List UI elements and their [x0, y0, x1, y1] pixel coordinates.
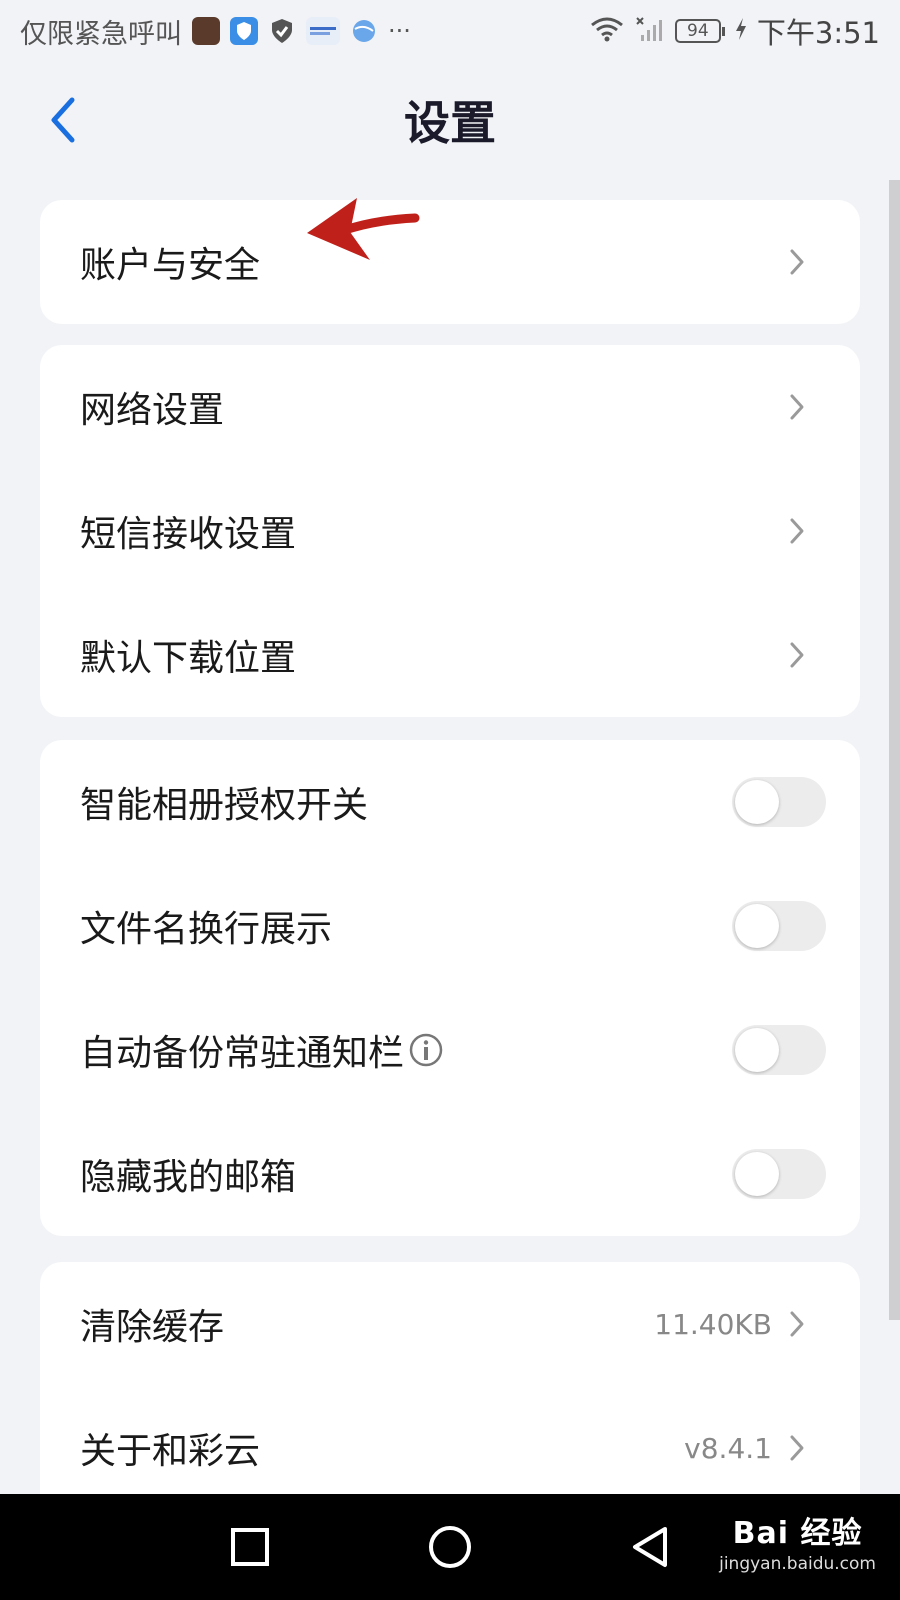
shield-app-icon — [230, 17, 258, 45]
chevron-right-icon — [786, 516, 808, 546]
chevron-right-icon — [786, 640, 808, 670]
charging-icon — [735, 18, 747, 44]
settings-group-storage: 清除缓存 11.40KB 关于和彩云 v8.4.1 — [40, 1262, 860, 1494]
page-title: 设置 — [404, 96, 496, 150]
red-arrow-icon — [307, 198, 420, 260]
settings-row-smart-album: 智能相册授权开关 — [40, 740, 860, 864]
triangle-back-icon — [633, 1527, 667, 1567]
row-label: 隐藏我的邮箱 — [80, 1157, 297, 1198]
info-circle-icon[interactable] — [408, 1032, 444, 1068]
row-label: 清除缓存 — [80, 1307, 225, 1348]
app-notification-icon — [192, 17, 220, 45]
row-label: 关于和彩云 — [80, 1431, 261, 1472]
settings-row-filename-wrap: 文件名换行展示 — [40, 864, 860, 988]
more-notifications-icon: ··· — [388, 17, 411, 45]
toggle-knob — [735, 904, 779, 948]
smart-album-toggle[interactable] — [732, 777, 826, 827]
settings-row-about[interactable]: 关于和彩云 v8.4.1 — [40, 1386, 860, 1494]
row-label: 网络设置 — [80, 390, 225, 431]
row-label: 智能相册授权开关 — [80, 785, 369, 826]
settings-row-sms-receive[interactable]: 短信接收设置 — [40, 469, 860, 593]
cache-size-value: 11.40KB — [654, 1307, 772, 1341]
scrollbar[interactable] — [889, 180, 900, 1320]
page-header: 设置 — [0, 70, 900, 170]
recent-apps-button[interactable] — [225, 1522, 275, 1572]
security-check-icon — [268, 17, 296, 45]
back-button[interactable] — [38, 92, 88, 148]
row-label-text: 自动备份常驻通知栏 — [80, 1033, 405, 1074]
carrier-status-text: 仅限紧急呼叫 — [20, 18, 182, 50]
square-icon — [231, 1528, 269, 1566]
signal-icon — [635, 15, 665, 47]
version-value: v8.4.1 — [684, 1431, 772, 1465]
back-nav-button[interactable] — [625, 1522, 675, 1572]
baidu-jingyan-watermark: Bai 经验 jingyan.baidu.com — [719, 1508, 876, 1574]
settings-row-account-security[interactable]: 账户与安全 — [40, 200, 860, 324]
row-label: 账户与安全 — [80, 245, 261, 286]
chevron-right-icon — [786, 1309, 808, 1339]
browser-globe-icon — [350, 17, 378, 45]
watermark-url: jingyan.baidu.com — [719, 1554, 876, 1574]
app-badge-icon — [306, 17, 340, 45]
settings-row-backup-notification: 自动备份常驻通知栏 — [40, 988, 860, 1112]
watermark-logo: Bai 经验 — [732, 1516, 863, 1551]
chevron-right-icon — [786, 1433, 808, 1463]
row-label: 自动备份常驻通知栏 — [80, 1024, 444, 1076]
filename-wrap-toggle[interactable] — [732, 901, 826, 951]
home-button[interactable] — [425, 1522, 475, 1572]
settings-group-account: 账户与安全 — [40, 200, 860, 324]
settings-group-toggles: 智能相册授权开关 文件名换行展示 自动备份常驻通知栏 隐藏我的邮箱 — [40, 740, 860, 1236]
battery-indicator: 94 — [674, 19, 725, 43]
settings-row-clear-cache[interactable]: 清除缓存 11.40KB — [40, 1262, 860, 1386]
chevron-right-icon — [786, 247, 808, 277]
toggle-knob — [735, 780, 779, 824]
chevron-right-icon — [786, 392, 808, 422]
toggle-knob — [735, 1152, 779, 1196]
wifi-icon — [589, 15, 625, 47]
chevron-left-icon — [51, 97, 75, 143]
system-nav-bar: Bai 经验 jingyan.baidu.com — [0, 1494, 900, 1600]
settings-group-general: 网络设置 短信接收设置 默认下载位置 — [40, 345, 860, 717]
toggle-knob — [735, 1028, 779, 1072]
status-clock: 下午3:51 — [756, 16, 880, 50]
settings-row-hide-email: 隐藏我的邮箱 — [40, 1112, 860, 1236]
settings-row-download-location[interactable]: 默认下载位置 — [40, 593, 860, 717]
row-label: 文件名换行展示 — [80, 909, 333, 950]
circle-icon — [429, 1526, 471, 1568]
backup-notification-toggle[interactable] — [732, 1025, 826, 1075]
row-label: 默认下载位置 — [80, 638, 297, 679]
settings-row-network[interactable]: 网络设置 — [40, 345, 860, 469]
status-bar: 仅限紧急呼叫 ··· 94 下午3:51 — [0, 0, 900, 62]
row-label: 短信接收设置 — [80, 514, 297, 555]
hide-email-toggle[interactable] — [732, 1149, 826, 1199]
